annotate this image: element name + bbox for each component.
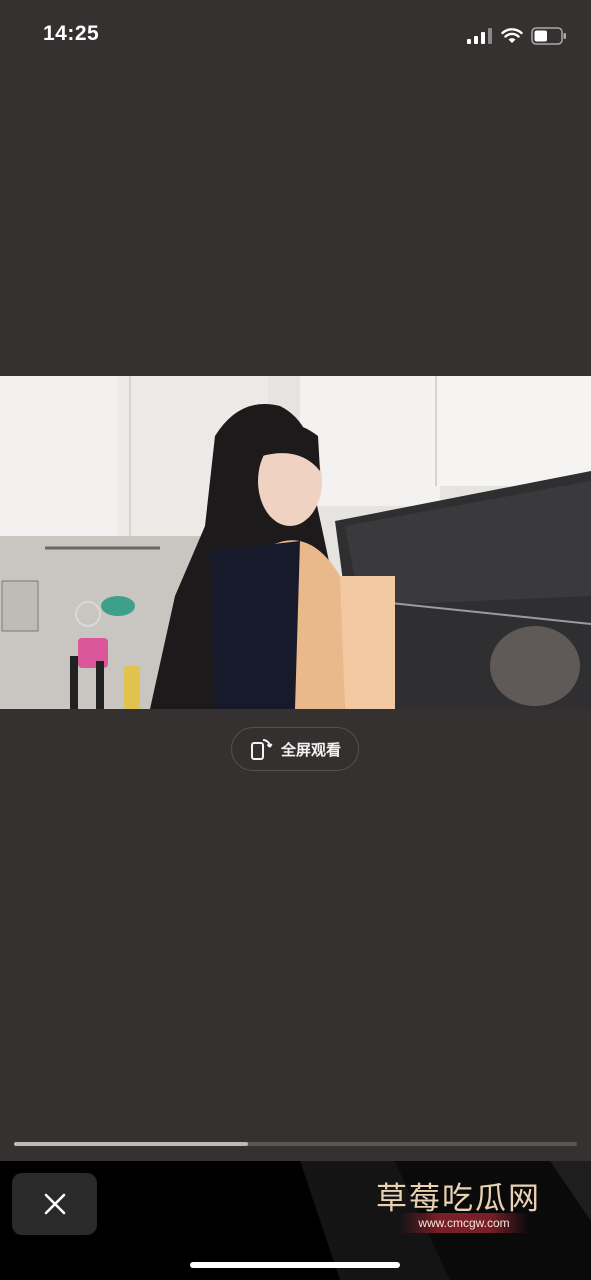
status-time: 14:25: [43, 22, 100, 45]
rotate-phone-icon: [250, 739, 273, 760]
status-bar: 14:25: [0, 0, 591, 72]
fullscreen-label: 全屏观看: [280, 741, 341, 759]
close-icon: [44, 1193, 65, 1215]
status-icons: [467, 25, 567, 47]
video-frame-image: [0, 376, 591, 709]
watermark-title: 草莓吃瓜网: [376, 1181, 541, 1217]
signal-icon: [467, 28, 492, 44]
wifi-icon: [501, 28, 523, 43]
video-progress-bar[interactable]: [14, 1142, 577, 1146]
close-button[interactable]: [12, 1173, 97, 1235]
video-progress-fill: [14, 1142, 248, 1146]
video-player[interactable]: [0, 376, 591, 709]
battery-icon: [531, 27, 566, 45]
home-indicator[interactable]: [190, 1262, 400, 1268]
fullscreen-button[interactable]: 全屏观看: [231, 727, 359, 771]
watermark-url: www.cmcgw.com: [400, 1213, 528, 1233]
